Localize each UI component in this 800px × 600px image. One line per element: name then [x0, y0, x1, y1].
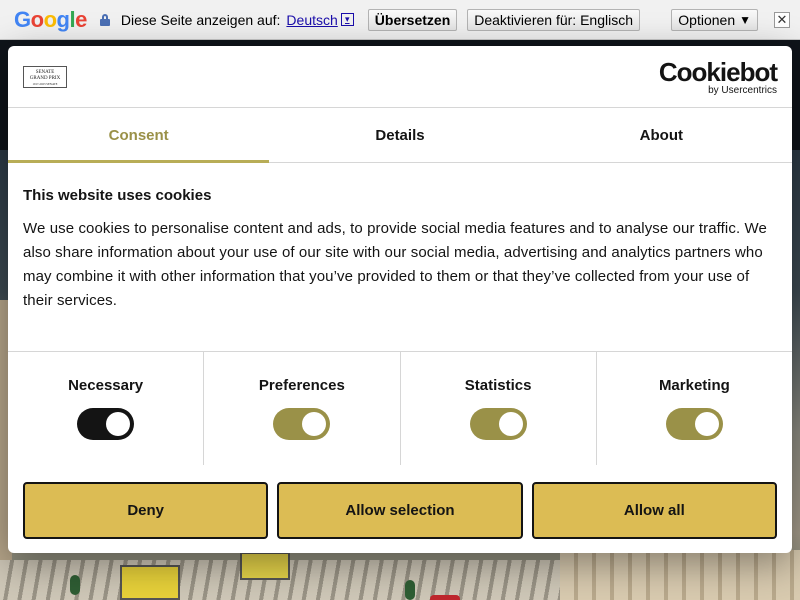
toggle-label: Necessary: [68, 377, 144, 394]
site-logo-line: 1917-2023 SENATE: [32, 82, 58, 86]
site-logo: SENATE GRAND PRIX 1917-2023 SENATE: [23, 66, 67, 88]
switch-knob: [302, 412, 327, 436]
options-label: Optionen: [678, 11, 736, 28]
google-logo-letter: G: [14, 6, 31, 32]
consent-buttons: Deny Allow selection Allow all: [8, 466, 792, 539]
consent-heading: This website uses cookies: [23, 187, 212, 204]
consent-body-text: We use cookies to personalise content an…: [23, 220, 767, 309]
background-truck: [120, 565, 180, 600]
options-button[interactable]: Optionen ▼: [671, 8, 758, 31]
dialog-header: SENATE GRAND PRIX 1917-2023 SENATE Cooki…: [8, 46, 792, 108]
translate-prompt-text: Diese Seite anzeigen auf:: [120, 11, 281, 28]
google-logo-letter: e: [75, 6, 87, 32]
cookiebot-logo[interactable]: Cookiebot by Usercentrics: [658, 57, 778, 97]
background-truck-2: [240, 552, 290, 580]
switch-knob: [694, 412, 719, 436]
toggle-label: Statistics: [464, 377, 532, 394]
background-tree: [405, 580, 415, 600]
tab-about[interactable]: About: [531, 108, 792, 162]
deactivate-translation-button[interactable]: Deaktivieren für: Englisch: [467, 8, 640, 31]
necessary-switch[interactable]: [77, 408, 135, 440]
background-race-car: [430, 595, 460, 600]
site-logo-line: GRAND PRIX: [29, 76, 61, 81]
language-select[interactable]: Deutsch ▾: [286, 11, 354, 28]
deny-button[interactable]: Deny: [23, 482, 269, 539]
background-tree: [70, 575, 80, 595]
switch-knob: [498, 412, 523, 436]
switch-knob: [106, 412, 131, 436]
consent-content: This website uses cookies We use cookies…: [8, 163, 792, 352]
language-select-value: Deutsch: [286, 11, 338, 28]
toggle-marketing: Marketing: [597, 352, 792, 465]
toggle-statistics: Statistics: [401, 352, 597, 465]
google-logo-letter: o: [43, 6, 57, 32]
background-building-right: [560, 550, 800, 600]
lock-icon: [99, 13, 111, 26]
allow-selection-button[interactable]: Allow selection: [277, 482, 523, 539]
toggle-preferences: Preferences: [204, 352, 401, 465]
chevron-down-icon: ▾: [340, 13, 354, 26]
preferences-switch[interactable]: [273, 408, 331, 440]
google-translate-bar: Google Diese Seite anzeigen auf: Deutsch…: [0, 0, 800, 40]
cookie-category-toggles: Necessary Preferences Statistics Marketi…: [8, 352, 792, 466]
dialog-tabs: Consent Details About: [8, 108, 792, 163]
google-logo-letter: o: [30, 6, 44, 32]
google-logo-letter: g: [56, 6, 70, 32]
toggle-label: Marketing: [658, 377, 730, 394]
site-logo-line: SENATE: [35, 70, 55, 75]
toggle-necessary: Necessary: [8, 352, 205, 465]
marketing-switch[interactable]: [665, 408, 723, 440]
translate-button[interactable]: Übersetzen: [367, 8, 458, 31]
statistics-switch[interactable]: [469, 408, 527, 440]
tab-details[interactable]: Details: [269, 108, 530, 162]
cookie-consent-dialog: SENATE GRAND PRIX 1917-2023 SENATE Cooki…: [8, 46, 792, 553]
dropdown-arrow-icon: ▼: [739, 12, 751, 27]
close-icon[interactable]: ✕: [774, 11, 790, 28]
google-logo: Google: [14, 6, 87, 32]
lock-icon-body: [99, 18, 110, 26]
allow-all-button[interactable]: Allow all: [531, 482, 777, 539]
toggle-label: Preferences: [258, 377, 345, 394]
tab-consent[interactable]: Consent: [8, 108, 270, 163]
cookiebot-wordmark: Cookiebot: [658, 57, 778, 87]
